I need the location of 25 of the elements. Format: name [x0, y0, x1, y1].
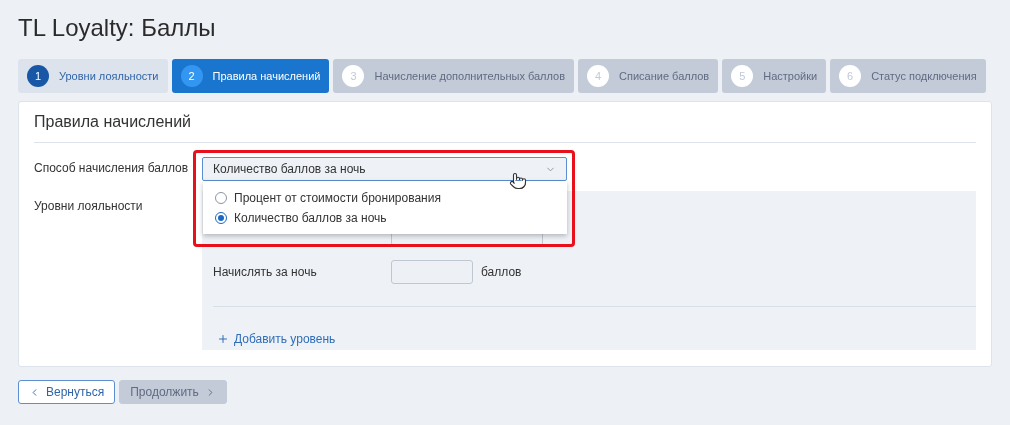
unit-label: баллов [481, 265, 522, 279]
step-number: 1 [27, 65, 49, 87]
step-tab[interactable]: 1 Уровни лояльности [18, 59, 168, 93]
step-number: 6 [839, 65, 862, 87]
dropdown-option[interactable]: Процент от стоимости бронирования [215, 191, 567, 205]
step-tab[interactable]: 5 Настройки [722, 59, 827, 93]
step-number: 4 [587, 65, 610, 87]
page-title: TL Loyalty: Баллы [18, 13, 217, 43]
points-input[interactable] [391, 260, 473, 284]
field-label: Начислять за ночь [213, 265, 318, 279]
step-tab[interactable]: 2 Правила начислений [171, 59, 330, 93]
card-title: Правила начислений [34, 102, 976, 143]
step-number: 5 [731, 65, 754, 87]
step-tab[interactable]: 6 Статус подключения [830, 59, 986, 93]
add-level-link[interactable]: Добавить уровень [217, 332, 336, 346]
step-tab[interactable]: 4 Списание баллов [578, 59, 719, 93]
step-tab[interactable]: 3 Начисление дополнительных баллов [333, 59, 575, 93]
dropdown-option[interactable]: Количество баллов за ночь [215, 211, 567, 225]
field-label: Способ начисления баллов [34, 160, 190, 177]
method-select[interactable]: Количество баллов за ночь [202, 157, 567, 181]
field-label: Уровни лояльности [34, 198, 144, 215]
back-button[interactable]: Вернуться [18, 380, 116, 404]
step-number: 2 [180, 65, 203, 87]
plus-icon [217, 333, 229, 345]
step-number: 3 [342, 65, 365, 87]
